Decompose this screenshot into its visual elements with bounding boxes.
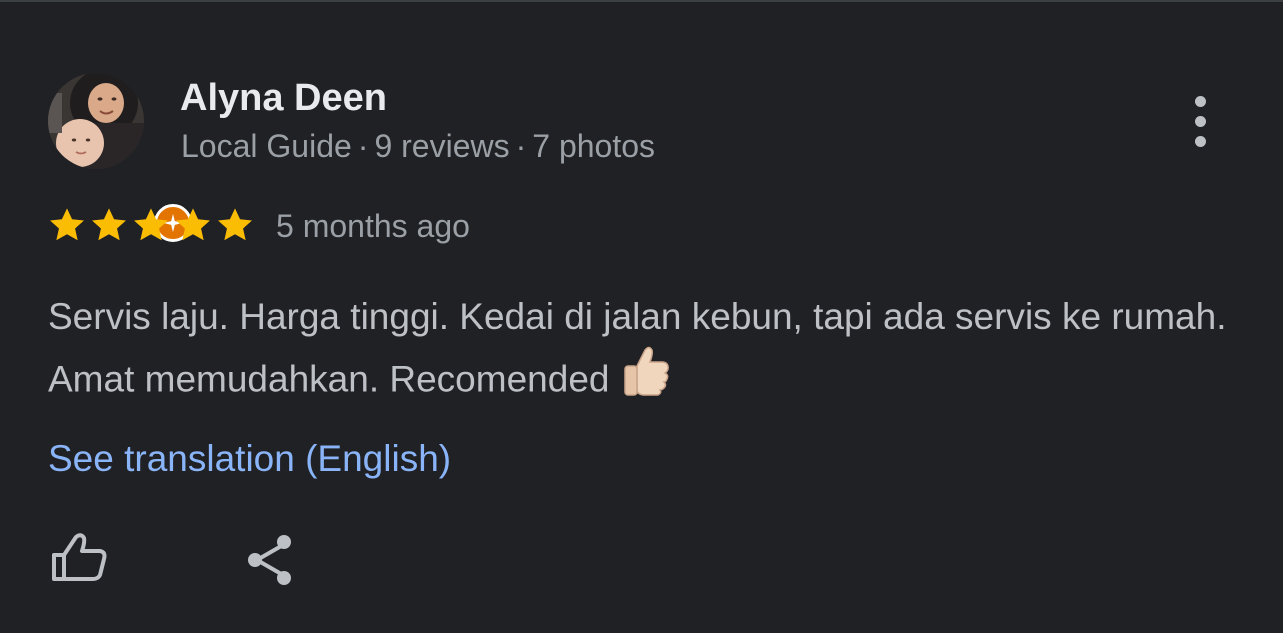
see-translation-link[interactable]: See translation (English) bbox=[48, 436, 451, 482]
star-icon bbox=[92, 208, 126, 241]
reviews-count: 9 reviews bbox=[374, 128, 510, 164]
top-divider bbox=[0, 0, 1283, 2]
author-avatar[interactable] bbox=[48, 73, 192, 242]
star-icon bbox=[218, 208, 252, 241]
local-guide-label: Local Guide bbox=[181, 128, 352, 164]
author-meta: Local Guide · 9 reviews · 7 photos bbox=[181, 126, 655, 166]
more-options-button[interactable] bbox=[1176, 90, 1224, 152]
review-text: Servis laju. Harga tinggi. Kedai di jala… bbox=[48, 288, 1238, 417]
share-icon bbox=[248, 535, 291, 585]
more-vert-icon bbox=[1194, 95, 1206, 107]
avatar-photo-icon bbox=[48, 73, 144, 169]
star-icon bbox=[50, 208, 84, 241]
review-time: 5 months ago bbox=[276, 208, 470, 244]
author-name[interactable]: Alyna Deen bbox=[180, 76, 387, 120]
thumbs-up-emoji bbox=[619, 342, 673, 413]
star-rating bbox=[46, 204, 256, 246]
meta-separator: · bbox=[357, 128, 369, 164]
meta-separator: · bbox=[515, 128, 527, 164]
share-button[interactable] bbox=[240, 530, 300, 590]
like-button[interactable] bbox=[46, 527, 110, 591]
star-icon bbox=[134, 208, 168, 241]
star-icon bbox=[176, 208, 210, 241]
thumbs-up-icon bbox=[52, 533, 107, 581]
photos-count: 7 photos bbox=[532, 128, 656, 164]
